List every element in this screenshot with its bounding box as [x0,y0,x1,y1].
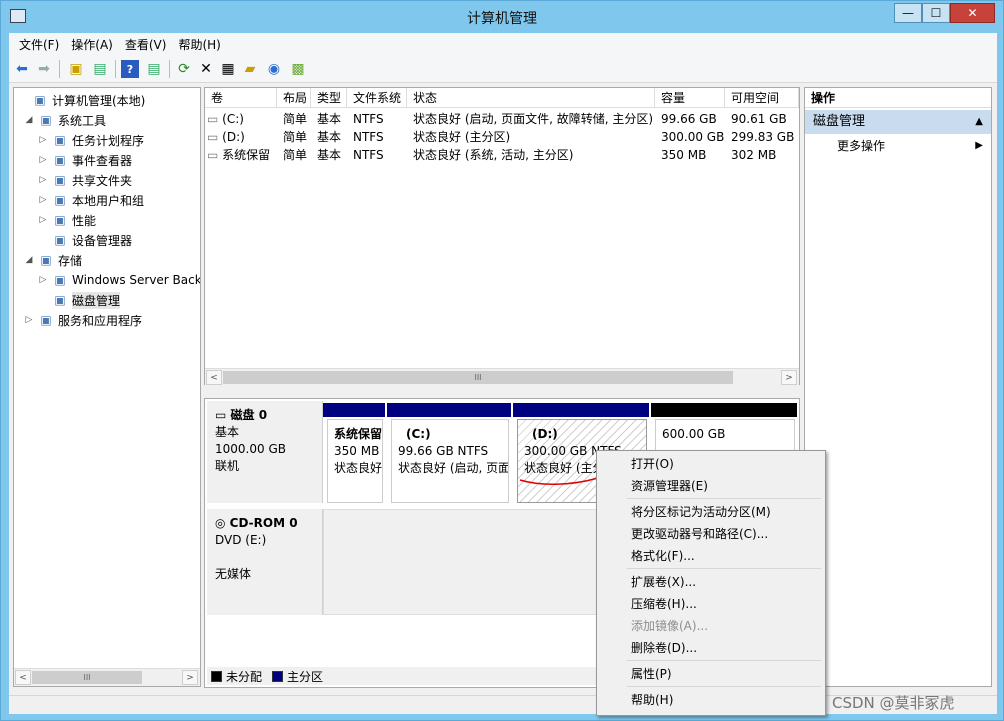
annotation-underline-d [519,477,599,486]
context-menu: 打开(O) 资源管理器(E) 将分区标记为活动分区(M) 更改驱动器号和路径(C)..… [596,450,826,716]
ctx-add-mirror: 添加镜像(A)... [631,619,709,633]
menu-separator [627,686,821,687]
ctx-extend-volume[interactable]: 扩展卷(X)... [599,571,823,593]
watermark: CSDN @莫非冢虎 [832,694,955,712]
menu-separator [627,498,821,499]
ctx-help[interactable]: 帮助(H) [599,689,823,711]
ctx-shrink-volume[interactable]: 压缩卷(H)... [599,593,823,615]
ctx-format[interactable]: 格式化(F)... [599,545,823,567]
ctx-mark-active[interactable]: 将分区标记为活动分区(M) [599,501,823,523]
ctx-delete-volume[interactable]: 删除卷(D)... [599,637,823,659]
ctx-explorer[interactable]: 资源管理器(E) [599,475,823,497]
ctx-open[interactable]: 打开(O) [599,453,823,475]
ctx-change-drive-letter[interactable]: 更改驱动器号和路径(C)... [599,523,823,545]
menu-separator [627,660,821,661]
ctx-properties[interactable]: 属性(P) [599,663,823,685]
annotation-overlay [519,477,695,592]
menu-separator [627,568,821,569]
